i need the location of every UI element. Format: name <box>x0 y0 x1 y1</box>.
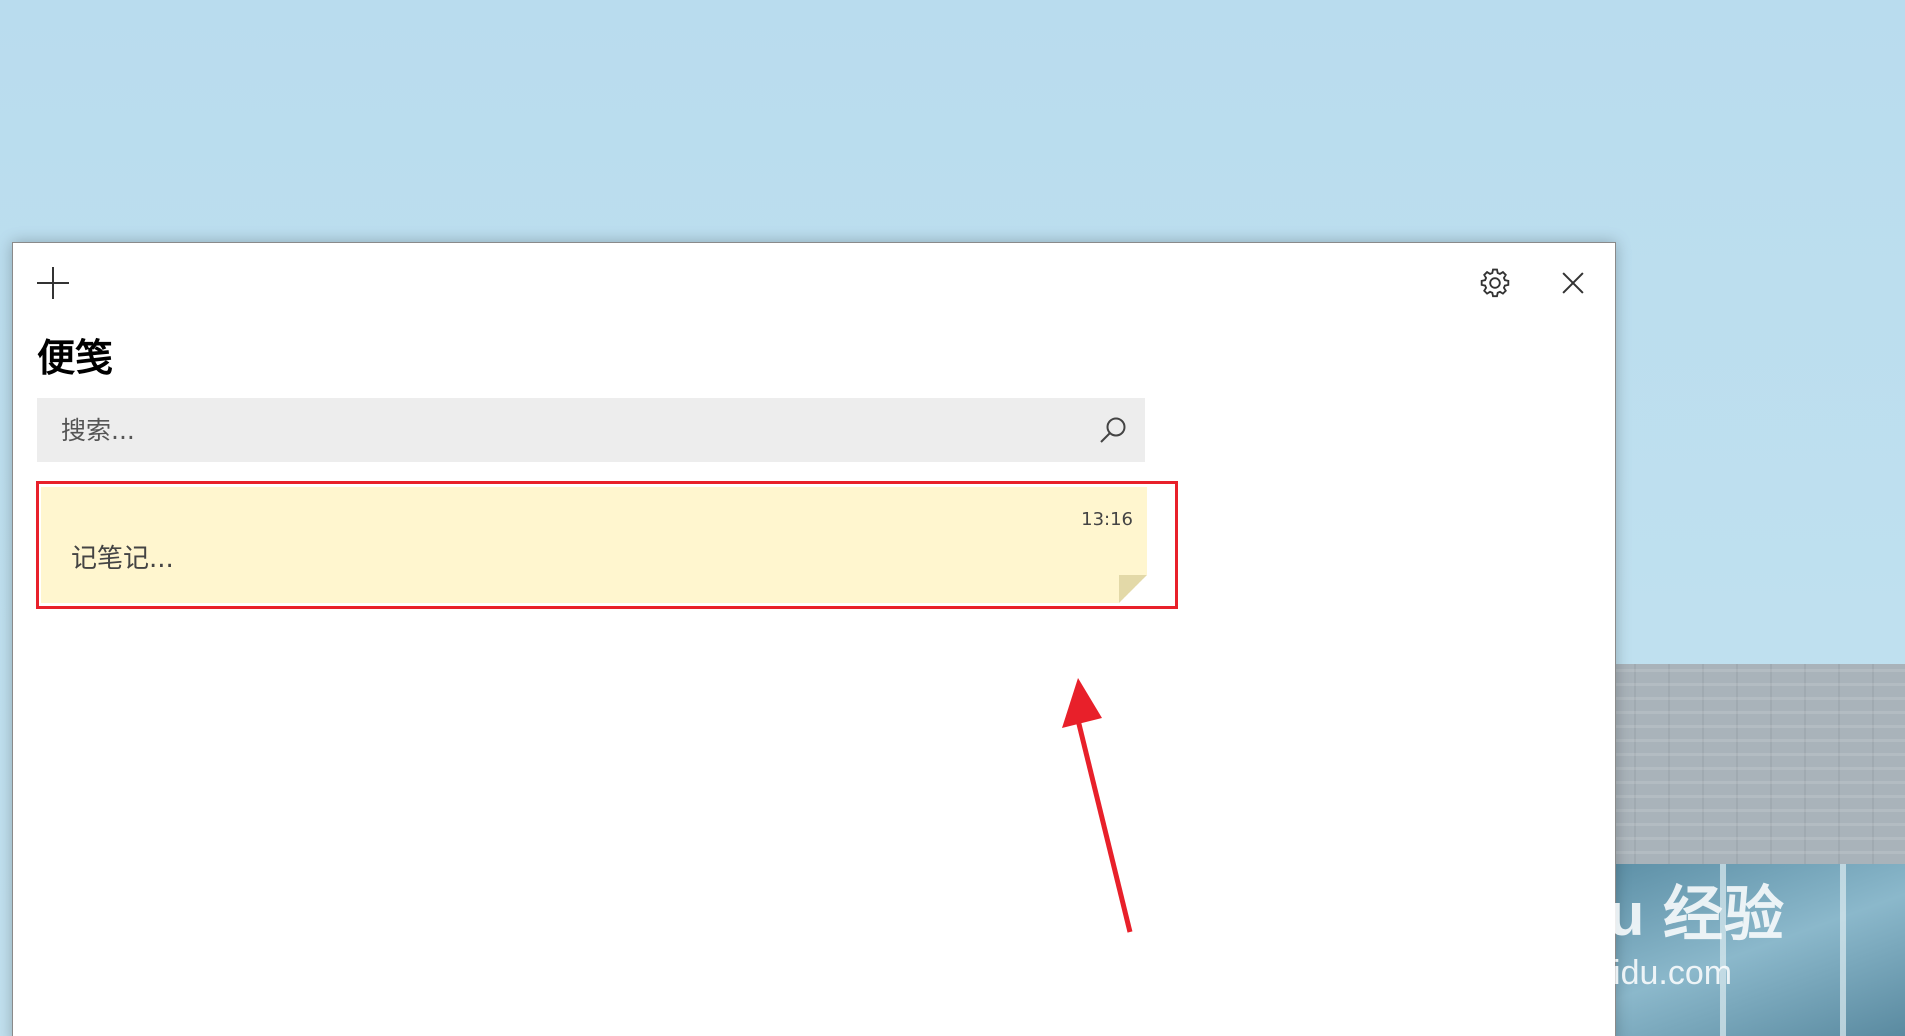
page-title: 便笺 <box>37 336 114 380</box>
background-glass-roof <box>1600 864 1905 1036</box>
settings-button[interactable] <box>1473 261 1517 305</box>
note-list-item[interactable]: 13:16 记笔记... <box>41 487 1147 603</box>
note-timestamp: 13:16 <box>1081 509 1133 530</box>
search-bar <box>37 398 1145 462</box>
desktop-background: 便笺 13:16 记笔记... Bai du 经验 jingyan.baidu.… <box>0 0 1905 1036</box>
add-note-button[interactable] <box>33 263 73 303</box>
gear-icon <box>1480 268 1510 298</box>
close-button[interactable] <box>1551 261 1595 305</box>
sticky-notes-window: 便笺 13:16 记笔记... <box>12 242 1616 1036</box>
search-input[interactable] <box>37 398 1077 462</box>
note-preview: 记笔记... <box>71 544 174 574</box>
search-icon[interactable] <box>1097 414 1129 446</box>
background-building <box>1600 664 1905 1036</box>
note-corner-cut <box>1119 575 1147 603</box>
